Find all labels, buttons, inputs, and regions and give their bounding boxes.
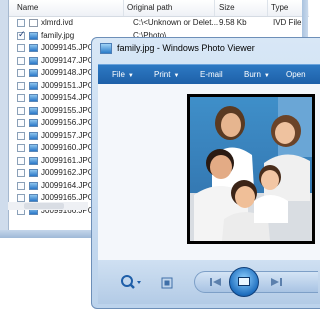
file-name: J0099165.JPG [41, 193, 94, 202]
scrollbar-thumb[interactable] [24, 203, 64, 209]
image-file-icon [29, 94, 38, 102]
row-checkbox[interactable] [17, 19, 25, 27]
image-file-icon [29, 131, 38, 140]
fit-window-icon[interactable] [160, 274, 174, 292]
row-checkbox[interactable] [17, 144, 25, 152]
window-frame [0, 230, 100, 238]
photo-display-area [98, 84, 320, 260]
image-file-icon [29, 81, 38, 90]
column-header-type[interactable]: Type [271, 3, 288, 12]
column-separator[interactable] [123, 0, 124, 16]
row-checkbox[interactable] [17, 81, 25, 90]
menu-burn[interactable]: Burn ▼ [244, 70, 270, 79]
row-checkbox[interactable] [17, 194, 25, 202]
file-list-header: Name Original path Size Type [9, 0, 309, 17]
playback-toolbar [98, 260, 320, 304]
chevron-down-icon: ▼ [173, 73, 180, 79]
image-file-icon [29, 69, 38, 77]
row-checkbox[interactable] [17, 56, 25, 65]
column-separator[interactable] [267, 0, 268, 16]
file-name: J0099156.JPG [41, 118, 94, 127]
photo-viewer-app-icon [100, 43, 112, 54]
family-photo-image [190, 97, 312, 241]
column-separator[interactable] [214, 0, 215, 16]
file-name: J0099147.JPG [41, 55, 94, 65]
slideshow-screen-icon [238, 277, 250, 286]
file-name: J0099157.JPG [41, 130, 94, 140]
row-checkbox[interactable] [17, 44, 25, 52]
horizontal-scrollbar[interactable] [8, 202, 88, 210]
file-name: J0099155.JPG [41, 105, 94, 115]
file-name: J0099148.JPG [41, 68, 94, 77]
command-bar: File ▼ Print ▼ E-mail Burn ▼ Open [98, 64, 320, 85]
file-name: J0099151.JPG [41, 80, 94, 90]
row-checkbox[interactable] [17, 131, 25, 140]
image-file-icon [29, 169, 38, 177]
menu-print-label: Print [154, 70, 171, 79]
row-checkbox[interactable] [17, 181, 25, 190]
file-name: J0099154.JPG [41, 93, 94, 102]
row-checkbox[interactable] [17, 69, 25, 77]
menu-email-label: E-mail [200, 70, 223, 79]
chevron-down-icon: ▼ [127, 73, 134, 79]
image-file-icon [29, 144, 38, 152]
image-file-icon [29, 156, 38, 165]
previous-icon[interactable] [205, 276, 227, 288]
column-header-name[interactable]: Name [17, 3, 38, 12]
slideshow-icon[interactable] [229, 267, 259, 297]
file-name: J0099145.JPG [41, 43, 94, 52]
row-checkbox[interactable] [17, 94, 25, 102]
file-name: J0099160.JPG [41, 143, 94, 152]
image-file-icon [29, 119, 38, 127]
column-header-size[interactable]: Size [219, 3, 235, 12]
row-checkbox[interactable] [17, 156, 25, 165]
text-file-icon [29, 19, 38, 27]
menu-file[interactable]: File ▼ [112, 70, 134, 79]
row-checkbox[interactable] [17, 106, 25, 115]
file-name: J0099162.JPG [41, 168, 94, 177]
window-title: family.jpg - Windows Photo Viewer [117, 43, 255, 53]
image-file-icon [29, 56, 38, 65]
menu-open[interactable]: Open [286, 70, 306, 79]
row-checkbox[interactable] [17, 119, 25, 127]
next-icon[interactable] [265, 276, 287, 288]
zoom-icon[interactable] [120, 274, 142, 292]
file-name: xlmrd.ivd [41, 18, 74, 27]
menu-open-label: Open [286, 70, 306, 79]
image-file-icon [29, 44, 38, 52]
image-file-icon [29, 194, 38, 202]
menu-print[interactable]: Print ▼ [154, 70, 179, 79]
menu-burn-label: Burn [244, 70, 261, 79]
original-path: C:\<Unknown or Delet... [133, 18, 219, 27]
file-name: family.jpg [41, 30, 75, 40]
file-name: J0099161.JPG [41, 155, 94, 165]
table-row[interactable]: xlmrd.ivd C:\<Unknown or Delet... 9.58 Kb I… [9, 17, 309, 29]
column-header-original-path[interactable]: Original path [127, 3, 172, 12]
row-checkbox[interactable] [17, 169, 25, 177]
navigation-controls [194, 267, 318, 297]
family-photo [187, 94, 315, 244]
image-file-icon [29, 181, 38, 190]
image-file-icon [29, 106, 38, 115]
image-file-icon [29, 31, 38, 40]
chevron-down-icon: ▼ [263, 73, 270, 79]
photo-viewer-window: family.jpg - Windows Photo Viewer File ▼ … [91, 37, 320, 309]
menu-file-label: File [112, 70, 125, 79]
menu-email[interactable]: E-mail [200, 70, 223, 79]
file-name: J0099164.JPG [41, 180, 94, 190]
file-type: IVD File [273, 18, 302, 27]
file-size: 9.58 Kb [219, 18, 247, 27]
row-checkbox[interactable] [17, 30, 26, 40]
